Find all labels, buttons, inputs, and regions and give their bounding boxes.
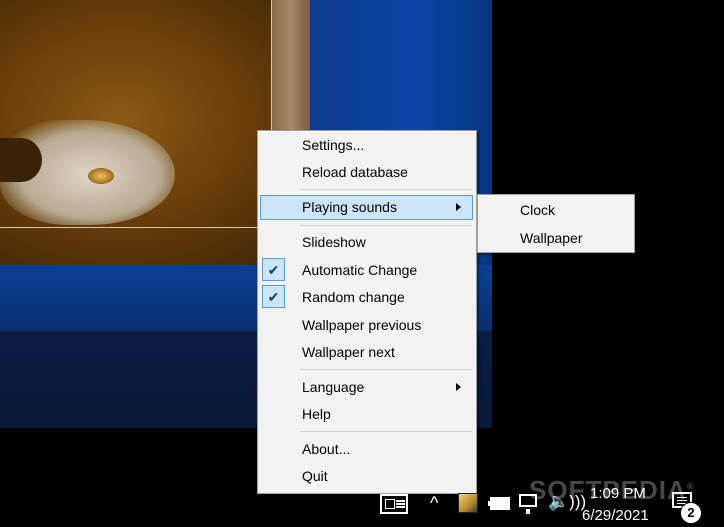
checkmark-icon: ✔ <box>262 258 285 281</box>
menu-item-label: Quit <box>302 468 328 484</box>
menu-item-wallpaper-next[interactable]: Wallpaper next <box>260 340 473 365</box>
news-widget-icon[interactable] <box>380 494 408 514</box>
battery-icon[interactable] <box>488 497 510 510</box>
menu-item-label: Random change <box>302 289 405 305</box>
menu-item-label: Settings... <box>302 137 365 153</box>
menu-item-automatic-change[interactable]: ✔ Automatic Change <box>260 258 473 283</box>
notification-count-badge: 2 <box>680 502 702 524</box>
clock-date[interactable]: 6/29/2021 <box>582 507 649 524</box>
menu-item-language[interactable]: Language <box>260 375 473 400</box>
menu-item-reload-database[interactable]: Reload database <box>260 160 473 185</box>
show-hidden-icons-chevron-icon[interactable]: ^ <box>430 493 438 514</box>
menu-item-help[interactable]: Help <box>260 402 473 427</box>
menu-item-wallpaper-previous[interactable]: Wallpaper previous <box>260 313 473 338</box>
menu-item-playing-sounds[interactable]: Playing sounds <box>260 195 473 220</box>
menu-item-about[interactable]: About... <box>260 437 473 462</box>
submenu-item-wallpaper[interactable]: Wallpaper <box>520 230 583 246</box>
menu-item-label: Automatic Change <box>302 262 418 278</box>
menu-item-slideshow[interactable]: Slideshow <box>260 230 473 255</box>
tray-context-menu: Settings... Reload database Playing soun… <box>257 130 477 494</box>
menu-item-label: Help <box>302 406 331 422</box>
menu-item-label: Language <box>302 379 365 395</box>
menu-item-label: Wallpaper next <box>302 344 395 360</box>
menu-item-random-change[interactable]: ✔ Random change <box>260 285 473 310</box>
submenu-arrow-icon <box>456 203 461 211</box>
menu-item-label: Wallpaper previous <box>302 317 422 333</box>
wallpaper-photo-highlight <box>88 168 114 184</box>
menu-item-quit[interactable]: Quit <box>260 464 473 489</box>
menu-item-label: About... <box>302 441 351 457</box>
playing-sounds-submenu: Clock Wallpaper <box>477 194 635 253</box>
menu-item-settings[interactable]: Settings... <box>260 133 473 158</box>
wallpaper-photo-shadow <box>0 138 42 182</box>
menu-separator <box>300 189 472 190</box>
menu-separator <box>300 225 472 226</box>
wallpaper-photo-border-h <box>0 227 272 228</box>
submenu-item-clock[interactable]: Clock <box>520 202 555 218</box>
watermark-mark: ® <box>686 481 695 492</box>
wallpaper-app-tray-icon[interactable] <box>458 493 478 513</box>
menu-item-label: Playing sounds <box>302 199 397 215</box>
menu-separator <box>300 431 472 432</box>
clock-time[interactable]: 1:09 PM <box>590 485 646 502</box>
menu-separator <box>300 369 472 370</box>
submenu-arrow-icon <box>456 383 461 391</box>
menu-item-label: Slideshow <box>302 234 366 250</box>
checkmark-icon: ✔ <box>262 285 285 308</box>
menu-item-label: Reload database <box>302 164 408 180</box>
